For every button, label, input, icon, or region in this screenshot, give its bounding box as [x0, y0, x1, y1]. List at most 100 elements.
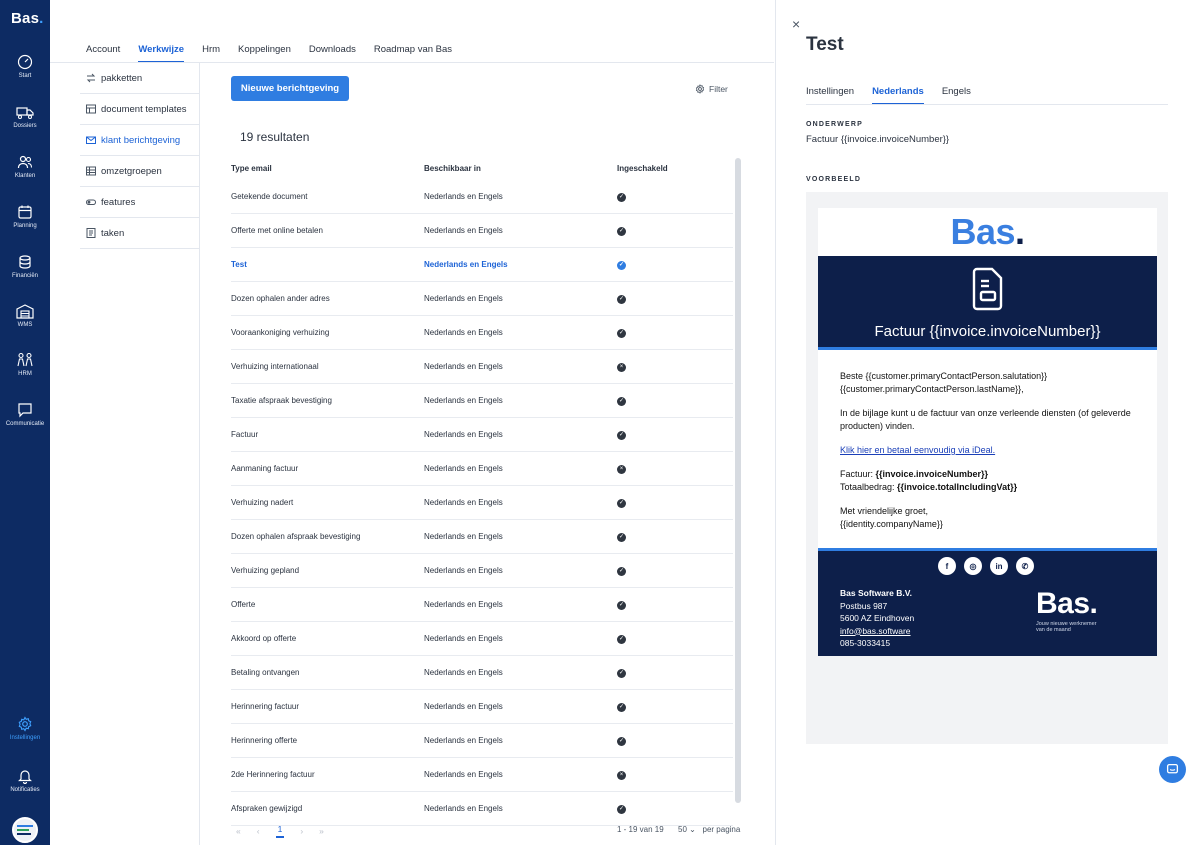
- rail-label: Klanten: [14, 173, 36, 179]
- column-header-available[interactable]: Beschikbaar in: [424, 164, 617, 180]
- column-header-type[interactable]: Type email: [231, 164, 424, 180]
- table-row[interactable]: 2de Herinnering factuur Nederlands en Eng…: [231, 758, 733, 792]
- first-page-button[interactable]: «: [236, 826, 241, 836]
- table-row[interactable]: Dozen ophalen ander adres Nederlands en E…: [231, 282, 733, 316]
- table-row[interactable]: Verhuizing internationaal Nederlands en E…: [231, 350, 733, 384]
- table-row[interactable]: Taxatie afspraak bevestiging Nederlands e…: [231, 384, 733, 418]
- drawer-title: Test: [806, 34, 844, 55]
- next-page-button[interactable]: ›: [300, 826, 303, 836]
- tab-hrm[interactable]: Hrm: [202, 44, 220, 63]
- subnav-label: klant berichtgeving: [101, 134, 181, 146]
- table-row[interactable]: Vooraankoniging verhuizing Nederlands en …: [231, 316, 733, 350]
- table-row[interactable]: Aanmaning factuur Nederlands en Engels ×: [231, 452, 733, 486]
- check-circle-icon: ✓: [617, 294, 626, 304]
- cell-type: Betaling ontvangen: [231, 668, 300, 677]
- column-header-enabled[interactable]: Ingeschakeld: [617, 164, 733, 180]
- subnav-label: taken: [101, 227, 125, 239]
- rail-item-hrm[interactable]: HRM: [0, 352, 50, 377]
- check-circle-icon: ✓: [617, 566, 626, 576]
- rail-label: Notificaties: [10, 787, 40, 793]
- table-row[interactable]: Verhuizing gepland Nederlands en Engels ✓: [231, 554, 733, 588]
- table-row[interactable]: Offerte Nederlands en Engels ✓: [231, 588, 733, 622]
- email-link[interactable]: info@bas.software: [840, 626, 911, 636]
- cell-available: Nederlands en Engels: [424, 430, 503, 439]
- subnav-item-document-templates[interactable]: document templates: [80, 94, 199, 125]
- rail-item-dossiers[interactable]: Dossiers: [0, 104, 50, 129]
- filter-button[interactable]: Filter: [695, 84, 728, 94]
- table-row[interactable]: Akkoord op offerte Nederlands en Engels ✓: [231, 622, 733, 656]
- close-icon[interactable]: ×: [792, 16, 800, 32]
- tab-downloads[interactable]: Downloads: [309, 44, 356, 63]
- pay-link[interactable]: Klik hier en betaal eenvoudig via iDeal.: [840, 445, 995, 455]
- support-chat-button[interactable]: [1159, 756, 1186, 783]
- rail-item-klanten[interactable]: Klanten: [0, 154, 50, 179]
- rail-item-financien[interactable]: Financiën: [0, 254, 50, 279]
- table-row[interactable]: Dozen ophalen afspraak bevestiging Nederl…: [231, 520, 733, 554]
- last-page-button[interactable]: »: [319, 826, 324, 836]
- task-list-icon: [86, 228, 96, 238]
- rail-item-communicatie[interactable]: Communicatie: [0, 402, 50, 427]
- pagination: « ‹ 1 › »: [236, 824, 324, 838]
- preview-label: VOORBEELD: [806, 176, 862, 183]
- tab-werkwijze[interactable]: Werkwijze: [138, 44, 185, 63]
- invoice-label: Factuur:: [840, 469, 876, 479]
- per-page-select[interactable]: 50 ⌄ per pagina: [678, 825, 740, 834]
- subnav-item-features[interactable]: features: [80, 187, 199, 218]
- cell-available: Nederlands en Engels: [424, 192, 503, 201]
- table-row[interactable]: Getekende document Nederlands en Engels ✓: [231, 180, 733, 214]
- subnav-label: omzetgroepen: [101, 165, 162, 177]
- prev-page-button[interactable]: ‹: [257, 826, 260, 836]
- facebook-icon[interactable]: f: [938, 557, 956, 575]
- chevron-down-icon: ⌄: [689, 825, 696, 834]
- rail-item-wms[interactable]: WMS: [0, 303, 50, 328]
- rail-label: Communicatie: [5, 421, 45, 427]
- table-row[interactable]: Afspraken gewijzigd Nederlands en Engels ✓: [231, 792, 733, 826]
- rail-item-planning[interactable]: Planning: [0, 204, 50, 229]
- cell-available: Nederlands en Engels: [424, 260, 508, 269]
- new-notification-button[interactable]: Nieuwe berichtgeving: [231, 76, 349, 101]
- subnav-item-klant-berichtgeving[interactable]: klant berichtgeving: [80, 125, 199, 156]
- tab-instellingen[interactable]: Instellingen: [806, 86, 854, 105]
- rail-label: Instellingen: [9, 735, 41, 741]
- tab-account[interactable]: Account: [86, 44, 120, 63]
- invoice-value: {{invoice.invoiceNumber}}: [875, 469, 989, 479]
- cell-enabled: ✓: [617, 293, 733, 304]
- table-row[interactable]: Test Nederlands en Engels ✓: [231, 248, 733, 282]
- table-scrollbar[interactable]: [735, 158, 741, 803]
- warehouse-icon: [16, 304, 34, 319]
- instagram-icon[interactable]: ◎: [964, 557, 982, 575]
- subnav-item-pakketten[interactable]: pakketten: [80, 63, 199, 94]
- subnav-item-omzetgroepen[interactable]: omzetgroepen: [80, 156, 199, 187]
- subnav-item-taken[interactable]: taken: [80, 218, 199, 249]
- table-row[interactable]: Betaling ontvangen Nederlands en Engels ✓: [231, 656, 733, 690]
- chat-icon: [1166, 763, 1179, 774]
- table-row[interactable]: Offerte met online betalen Nederlands en …: [231, 214, 733, 248]
- check-circle-icon: ✓: [617, 736, 626, 746]
- settings-tabs: Account Werkwijze Hrm Koppelingen Downlo…: [86, 44, 470, 63]
- tab-nederlands[interactable]: Nederlands: [872, 86, 924, 105]
- table-row[interactable]: Herinnering factuur Nederlands en Engels ✓: [231, 690, 733, 724]
- cell-type: Herinnering factuur: [231, 702, 300, 711]
- tab-koppelingen[interactable]: Koppelingen: [238, 44, 291, 63]
- current-page[interactable]: 1: [275, 824, 285, 838]
- whatsapp-icon[interactable]: ✆: [1016, 557, 1034, 575]
- cross-circle-icon: ×: [617, 464, 626, 474]
- linkedin-icon[interactable]: in: [990, 557, 1008, 575]
- rail-item-notificaties[interactable]: Notificaties: [0, 768, 50, 793]
- tab-roadmap[interactable]: Roadmap van Bas: [374, 44, 452, 63]
- table-row[interactable]: Herinnering offerte Nederlands en Engels ✓: [231, 724, 733, 758]
- cell-available: Nederlands en Engels: [424, 600, 503, 609]
- table-row[interactable]: Factuur Nederlands en Engels ✓: [231, 418, 733, 452]
- rail-item-start[interactable]: Start: [0, 54, 50, 79]
- rail-label: Financiën: [11, 273, 38, 279]
- app-logo[interactable]: Bas.: [11, 10, 44, 27]
- cell-type: Verhuizing nadert: [231, 498, 294, 507]
- per-page-value: 50: [678, 825, 687, 834]
- avatar[interactable]: [12, 817, 38, 843]
- cell-type: Offerte met online betalen: [231, 226, 323, 235]
- table-row[interactable]: Verhuizing nadert Nederlands en Engels ✓: [231, 486, 733, 520]
- rail-item-instellingen[interactable]: Instellingen: [0, 716, 50, 741]
- cell-type: Factuur: [231, 430, 259, 439]
- total-label: Totaalbedrag:: [840, 482, 898, 492]
- tab-engels[interactable]: Engels: [942, 86, 971, 105]
